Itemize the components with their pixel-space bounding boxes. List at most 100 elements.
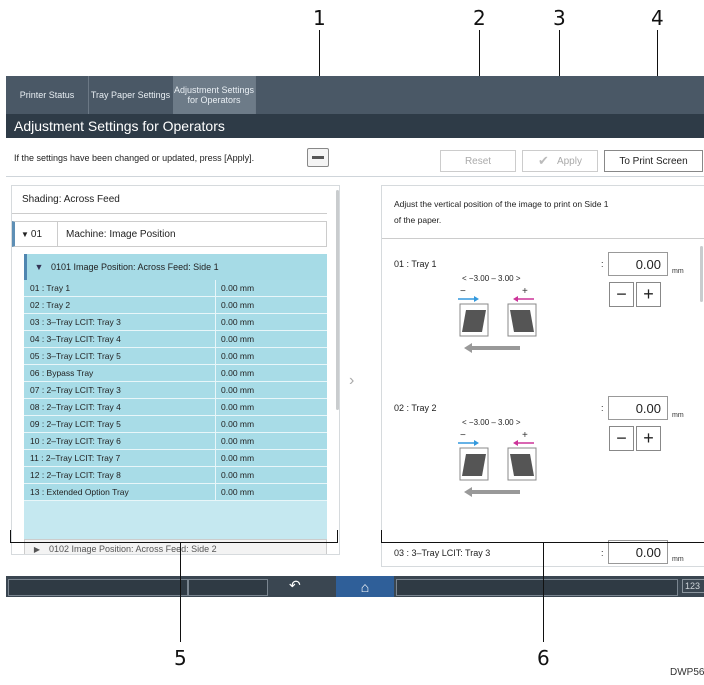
divider (6, 176, 704, 177)
image-position-diagram-icon: − + (458, 286, 537, 353)
detail-item-label: 02 : Tray 2 (394, 403, 437, 413)
group-label: 0102 Image Position: Across Feed: Side 2 (49, 544, 217, 554)
row-name: 12 : 2–Tray LCIT: Tray 8 (24, 467, 216, 483)
table-row[interactable]: 12 : 2–Tray LCIT: Tray 8 0.00 mm (24, 467, 327, 484)
svg-text:−: − (460, 430, 466, 441)
value-field[interactable]: 0.00 (608, 396, 668, 420)
row-name: 02 : Tray 2 (24, 297, 216, 313)
group-side-1: ▼ 0101 Image Position: Across Feed: Side… (24, 254, 327, 539)
expand-arrow-icon: ▼ (21, 229, 29, 239)
expand-arrow-icon: ▶ (33, 544, 41, 554)
home-icon: ⌂ (360, 578, 370, 595)
figure-code: DWP56 (670, 667, 704, 678)
row-value: 0.00 mm (221, 470, 255, 480)
value-field[interactable]: 0.00 (608, 540, 668, 564)
right-scrollbar[interactable] (700, 246, 703, 302)
unit-label: mm (672, 556, 684, 563)
row-value: 0.00 mm (221, 487, 255, 497)
range-label: < −3.00 – 3.00 > (462, 274, 521, 283)
callout-line-5 (180, 542, 181, 642)
table-row[interactable]: 04 : 3–Tray LCIT: Tray 4 0.00 mm (24, 331, 327, 348)
row-name: 05 : 3–Tray LCIT: Tray 5 (24, 348, 216, 364)
row-value: 0.00 mm (221, 283, 255, 293)
detail-panel: Adjust the vertical position of the imag… (381, 185, 704, 567)
tab-printer-status[interactable]: Printer Status (6, 76, 89, 114)
page-title: Adjustment Settings for Operators (6, 114, 704, 138)
status-field (396, 579, 678, 596)
row-name: 06 : Bypass Tray (24, 365, 216, 381)
check-icon: ✔ (538, 153, 549, 168)
category-machine-image-position[interactable]: ▼ 01 Machine: Image Position (12, 221, 327, 247)
row-value: 0.00 mm (221, 419, 255, 429)
table-row[interactable]: 03 : 3–Tray LCIT: Tray 3 0.00 mm (24, 314, 327, 331)
machine-label: Machine: Image Position (66, 228, 176, 240)
row-name: 08 : 2–Tray LCIT: Tray 4 (24, 399, 216, 415)
left-scrollbar[interactable] (336, 190, 339, 410)
system-taskbar: ↶ ⌂ 123 (6, 576, 704, 597)
category-shading[interactable]: Shading: Across Feed (12, 186, 327, 214)
colon: : (601, 259, 604, 269)
status-field (8, 579, 188, 596)
table-row[interactable]: 02 : Tray 2 0.00 mm (24, 297, 327, 314)
callout-bracket-6-left (381, 530, 382, 543)
table-row[interactable]: 13 : Extended Option Tray 0.00 mm (24, 484, 327, 501)
row-name: 13 : Extended Option Tray (24, 484, 216, 500)
tab-bar: Printer Status Tray Paper Settings Adjus… (6, 76, 704, 114)
tab-adjustment-settings[interactable]: Adjustment Settings for Operators (173, 76, 256, 114)
plus-button[interactable]: + (636, 282, 661, 307)
to-print-screen-button[interactable]: To Print Screen (604, 150, 703, 172)
table-row[interactable]: 09 : 2–Tray LCIT: Tray 5 0.00 mm (24, 416, 327, 433)
table-row[interactable]: 06 : Bypass Tray 0.00 mm (24, 365, 327, 382)
callout-3: 3 (553, 6, 566, 30)
row-value: 0.00 mm (221, 300, 255, 310)
reset-button[interactable]: Reset (440, 150, 516, 172)
row-value: 0.00 mm (221, 351, 255, 361)
apply-notice: If the settings have been changed or upd… (14, 153, 255, 163)
unit-label: mm (672, 412, 684, 419)
minus-button[interactable]: − (609, 426, 634, 451)
chevron-right-icon: › (349, 372, 355, 389)
collapse-arrow-icon: ▼ (34, 262, 44, 272)
group-label: 0101 Image Position: Across Feed: Side 1 (51, 262, 219, 272)
row-value: 0.00 mm (221, 368, 255, 378)
callout-bracket-5-left (10, 530, 11, 543)
callout-bracket-5 (10, 542, 337, 543)
row-name: 01 : Tray 1 (24, 280, 216, 296)
divider (382, 238, 704, 239)
settings-list-panel: Shading: Across Feed ▼ 01 Machine: Image … (11, 185, 340, 555)
plus-button[interactable]: + (636, 426, 661, 451)
row-value: 0.00 mm (221, 385, 255, 395)
tab-tray-paper-settings[interactable]: Tray Paper Settings (88, 76, 174, 114)
row-value: 0.00 mm (221, 436, 255, 446)
row-name: 03 : 3–Tray LCIT: Tray 3 (24, 314, 216, 330)
table-row[interactable]: 01 : Tray 1 0.00 mm (24, 280, 327, 297)
minus-button[interactable]: − (609, 282, 634, 307)
back-arrow-icon[interactable]: ↶ (289, 577, 301, 594)
detail-item-label: 01 : Tray 1 (394, 259, 437, 269)
row-name: 09 : 2–Tray LCIT: Tray 5 (24, 416, 216, 432)
row-value: 0.00 mm (221, 453, 255, 463)
unit-label: mm (672, 268, 684, 275)
table-row[interactable]: 11 : 2–Tray LCIT: Tray 7 0.00 mm (24, 450, 327, 467)
table-row[interactable]: 10 : 2–Tray LCIT: Tray 6 0.00 mm (24, 433, 327, 450)
row-name: 04 : 3–Tray LCIT: Tray 4 (24, 331, 216, 347)
table-row[interactable]: 08 : 2–Tray LCIT: Tray 4 0.00 mm (24, 399, 327, 416)
colon: : (601, 548, 604, 558)
printer-screen: Printer Status Tray Paper Settings Adjus… (6, 76, 704, 597)
ime-button[interactable]: 123 (682, 579, 704, 593)
callout-bracket-5-right (337, 530, 338, 543)
callout-2: 2 (473, 6, 486, 30)
callout-6: 6 (537, 646, 550, 670)
home-button[interactable]: ⌂ (336, 576, 394, 597)
detail-description: Adjust the vertical position of the imag… (394, 199, 609, 225)
colon: : (601, 403, 604, 413)
apply-button[interactable]: ✔ Apply (522, 150, 598, 172)
table-row[interactable]: 07 : 2–Tray LCIT: Tray 3 0.00 mm (24, 382, 327, 399)
keep-panel-icon[interactable] (307, 148, 329, 167)
callout-1: 1 (313, 6, 326, 30)
table-row[interactable]: 05 : 3–Tray LCIT: Tray 5 0.00 mm (24, 348, 327, 365)
group-header-side-1[interactable]: ▼ 0101 Image Position: Across Feed: Side… (24, 254, 327, 280)
callout-5: 5 (174, 646, 187, 670)
callout-line-6 (543, 542, 544, 642)
value-field[interactable]: 0.00 (608, 252, 668, 276)
